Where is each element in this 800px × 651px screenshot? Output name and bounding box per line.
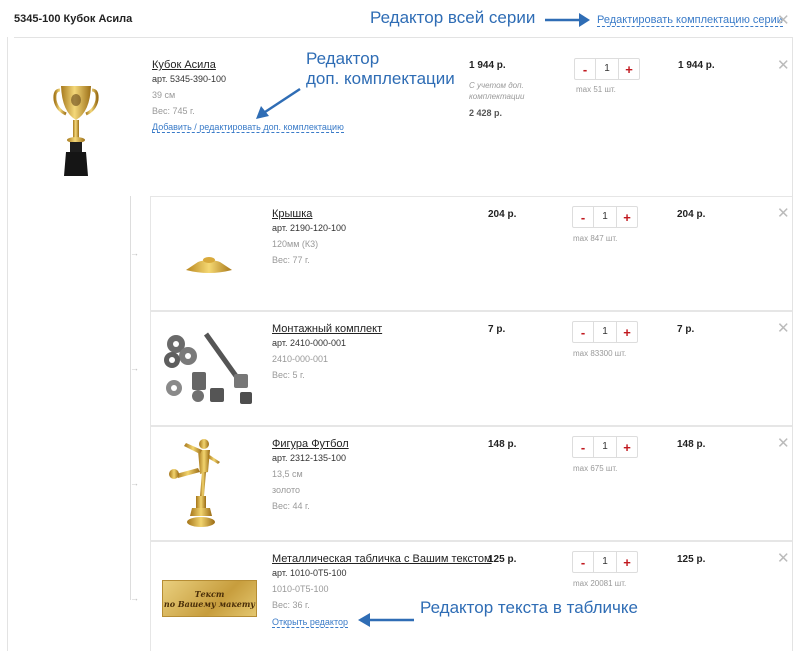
decrease-button[interactable]: - — [573, 322, 593, 342]
quantity-field[interactable]: 1 — [593, 437, 617, 457]
annotation-arrow-series — [545, 13, 590, 27]
annotation-extras-editor-line1: Редактор — [306, 49, 380, 68]
subitem-total: 7 р. — [677, 324, 695, 335]
quantity-stepper[interactable]: - 1 + — [572, 321, 638, 343]
frame-right-border — [792, 37, 793, 651]
increase-button[interactable]: + — [617, 552, 637, 572]
decrease-button[interactable]: - — [573, 552, 593, 572]
subitem-art: арт. 2410-000-001 — [272, 338, 346, 348]
tree-arrow-icon: → — [130, 248, 139, 258]
subitem-total: 125 р. — [677, 554, 706, 565]
decrease-button[interactable]: - — [575, 59, 595, 79]
plate-text-line2: по Вашему макету — [163, 598, 256, 609]
annotation-plate-editor: Редактор текста в табличке — [420, 598, 638, 617]
increase-button[interactable]: + — [617, 322, 637, 342]
subitem-meta: 13,5 см — [272, 469, 303, 479]
tree-arrow-icon: → — [130, 593, 139, 603]
subitem-meta: 2410-000-001 — [272, 354, 329, 364]
annotation-series-editor: Редактор всей серии — [370, 8, 536, 27]
remove-subitem-button[interactable]: ✕ — [777, 206, 790, 221]
quantity-field[interactable]: 1 — [593, 207, 617, 227]
remove-series-button[interactable]: ✕ — [777, 13, 790, 28]
quantity-stepper[interactable]: - 1 + — [572, 551, 638, 573]
product-name[interactable]: Кубок Асила — [152, 59, 216, 71]
quantity-stepper[interactable]: - 1 + — [572, 206, 638, 228]
subitem-price: 204 р. — [488, 209, 517, 220]
subitem-meta: 1010-0Т5-100 — [272, 584, 329, 594]
remove-subitem-button[interactable]: ✕ — [777, 551, 790, 566]
subitem-name[interactable]: Металлическая табличка с Вашим текстом — [272, 553, 492, 565]
tree-arrow-icon: → — [130, 478, 139, 488]
quantity-field[interactable]: 1 — [593, 322, 617, 342]
subitem-weight: Вес: 36 г. — [272, 600, 310, 610]
subitem-weight: Вес: 44 г. — [272, 501, 310, 511]
subitem-name[interactable]: Монтажный комплект — [272, 323, 382, 335]
trophy-image — [53, 86, 99, 176]
product-art: арт. 5345-390-100 — [152, 74, 226, 84]
max-quantity: max 20081 шт. — [573, 579, 627, 588]
frame-left-border — [7, 37, 8, 651]
subitem-art: арт. 2312-135-100 — [272, 453, 346, 463]
price-with-extras: 2 428 р. — [469, 108, 503, 118]
subitem-meta: 120мм (К3) — [272, 239, 319, 249]
open-editor-link[interactable]: Открыть редактор — [272, 617, 348, 628]
increase-button[interactable]: + — [619, 59, 639, 79]
tree-arrow-icon: → — [130, 363, 139, 373]
quantity-field[interactable]: 1 — [595, 59, 619, 79]
remove-subitem-button[interactable]: ✕ — [777, 436, 790, 451]
max-quantity: max 847 шт. — [573, 234, 618, 243]
subitem-art: арт. 1010-0Т5-100 — [272, 568, 347, 578]
subitem-name[interactable]: Крышка — [272, 208, 312, 220]
quantity-stepper[interactable]: - 1 + — [572, 436, 638, 458]
remove-product-button[interactable]: ✕ — [777, 58, 790, 73]
subitem-price: 148 р. — [488, 439, 517, 450]
annotation-arrow-extras — [256, 87, 301, 119]
header-divider — [14, 37, 792, 38]
decrease-button[interactable]: - — [573, 207, 593, 227]
subitem-weight: Вес: 77 г. — [272, 255, 310, 265]
edit-series-link[interactable]: Редактировать комплектацию серии — [597, 14, 783, 27]
subitem-name[interactable]: Фигура Футбол — [272, 438, 349, 450]
plate-text-line1: Текст — [194, 588, 225, 599]
max-quantity: max 83300 шт. — [573, 349, 627, 358]
subitem-weight: Вес: 5 г. — [272, 370, 305, 380]
max-quantity: max 51 шт. — [576, 85, 616, 94]
subitem-total: 204 р. — [677, 209, 706, 220]
increase-button[interactable]: + — [617, 437, 637, 457]
series-title: 5345-100 Кубок Асила — [14, 13, 133, 25]
quantity-field[interactable]: 1 — [593, 552, 617, 572]
price-note: С учетом доп. комплектации — [469, 81, 525, 101]
subitem-price: 7 р. — [488, 324, 506, 335]
lid-image — [186, 257, 232, 273]
decrease-button[interactable]: - — [573, 437, 593, 457]
annotation-extras-editor-line2: доп. комплектации — [306, 69, 455, 88]
product-weight: Вес: 745 г. — [152, 106, 195, 116]
subitem-meta: золото — [272, 485, 301, 495]
subitem-total: 148 р. — [677, 439, 706, 450]
quantity-stepper[interactable]: - 1 + — [574, 58, 640, 80]
football-figure-image — [169, 439, 220, 527]
product-total: 1 944 р. — [678, 60, 715, 71]
annotation-arrow-plate — [358, 613, 414, 627]
edit-extras-link[interactable]: Добавить / редактировать доп. комплектац… — [152, 122, 344, 133]
max-quantity: max 675 шт. — [573, 464, 618, 473]
subitem-art: арт. 2190-120-100 — [272, 223, 346, 233]
subitem-price: 125 р. — [488, 554, 517, 565]
plate-image: Текст по Вашему макету — [162, 580, 257, 617]
product-price: 1 944 р. — [469, 60, 506, 71]
increase-button[interactable]: + — [617, 207, 637, 227]
remove-subitem-button[interactable]: ✕ — [777, 321, 790, 336]
mounting-kit-image — [164, 332, 252, 404]
product-size: 39 см — [152, 90, 176, 100]
